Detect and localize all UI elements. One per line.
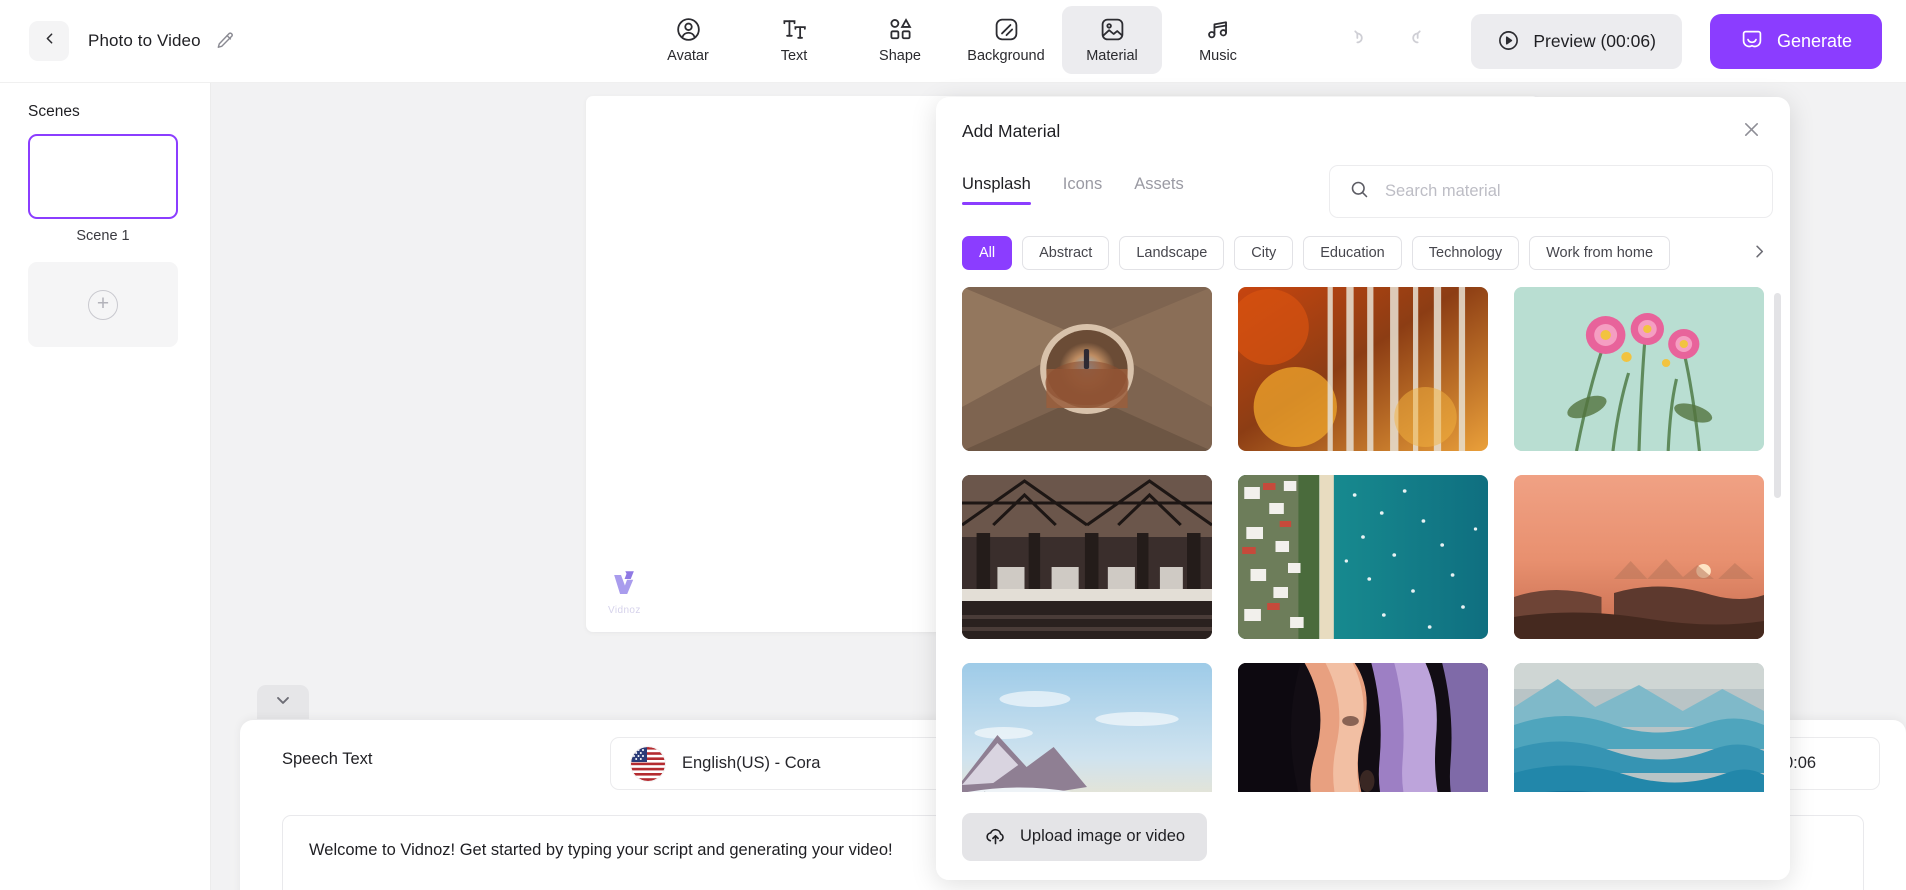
tool-label: Avatar (667, 48, 709, 64)
material-thumb-antelope-canyon-slot[interactable] (1238, 663, 1488, 792)
material-tabs: Unsplash Icons Assets (962, 175, 1184, 205)
scenes-heading: Scenes (28, 103, 210, 121)
pencil-edit-icon[interactable] (215, 31, 235, 51)
tool-label: Shape (879, 48, 921, 64)
tool-background[interactable]: Background (956, 6, 1056, 74)
chips-next-button[interactable] (1744, 239, 1774, 269)
plus-icon: + (88, 290, 118, 320)
tool-avatar[interactable]: Avatar (638, 6, 738, 74)
tool-label: Text (781, 48, 808, 64)
material-tabs-row: Unsplash Icons Assets (936, 165, 1790, 235)
text-icon (781, 16, 808, 43)
upload-label: Upload image or video (1020, 827, 1185, 846)
top-bar: Photo to Video Avatar Text (0, 0, 1906, 83)
background-icon (993, 16, 1020, 43)
material-panel-title: Add Material (962, 121, 1060, 142)
tab-unsplash[interactable]: Unsplash (962, 175, 1031, 205)
avatar-icon (675, 16, 702, 43)
chip-landscape[interactable]: Landscape (1119, 236, 1224, 270)
undo-button[interactable] (1335, 20, 1387, 64)
undo-icon (1349, 27, 1374, 57)
search-box[interactable] (1329, 165, 1773, 218)
chip-work-from-home[interactable]: Work from home (1529, 236, 1670, 270)
chevron-right-icon (1750, 242, 1769, 266)
generate-button[interactable]: Generate (1710, 14, 1882, 69)
material-thumb-snowy-mountain-pines[interactable] (962, 663, 1212, 792)
chip-education[interactable]: Education (1303, 236, 1402, 270)
material-thumb-desert-sunset-mountains[interactable] (1514, 475, 1764, 639)
material-thumb-aerial-beach-turquoise-sea[interactable] (1238, 475, 1488, 639)
material-thumb-pink-zinnia-flowers[interactable] (1514, 287, 1764, 451)
tool-material[interactable]: Material (1062, 6, 1162, 74)
generate-sparkle-icon (1740, 28, 1764, 55)
top-bar-actions: Preview (00:06) Generate (1335, 0, 1882, 83)
category-chips: All Abstract Landscape City Education Te… (962, 235, 1752, 271)
collapse-panel-button[interactable] (257, 685, 309, 719)
material-thumb-blue-layered-mountain-ridges[interactable] (1514, 663, 1764, 792)
add-scene-button[interactable]: + (28, 262, 178, 347)
close-icon (1741, 119, 1762, 145)
generate-label: Generate (1777, 31, 1852, 52)
material-icon (1099, 16, 1126, 43)
tab-icons[interactable]: Icons (1063, 175, 1102, 205)
material-thumb-autumn-birch-forest[interactable] (1238, 287, 1488, 451)
upload-button[interactable]: Upload image or video (962, 813, 1207, 861)
vidnoz-logo-icon (609, 568, 639, 603)
chip-city[interactable]: City (1234, 236, 1293, 270)
close-button[interactable] (1734, 115, 1768, 149)
watermark-label: Vidnoz (608, 605, 641, 616)
speech-text-label: Speech Text (282, 750, 373, 769)
chevron-down-icon (273, 690, 293, 715)
material-grid-scroll[interactable] (936, 287, 1790, 792)
tool-text[interactable]: Text (744, 6, 844, 74)
redo-icon (1401, 27, 1426, 57)
scene-label-1: Scene 1 (28, 228, 178, 244)
category-chips-row: All Abstract Landscape City Education Te… (936, 235, 1790, 283)
tool-music[interactable]: Music (1168, 6, 1268, 74)
shape-icon (887, 16, 914, 43)
search-input[interactable] (1385, 182, 1735, 201)
preview-button[interactable]: Preview (00:06) (1471, 14, 1682, 69)
material-grid (962, 287, 1764, 792)
tool-shape[interactable]: Shape (850, 6, 950, 74)
flag-us-icon (631, 747, 665, 781)
chip-abstract[interactable]: Abstract (1022, 236, 1109, 270)
material-scrollbar-thumb[interactable] (1774, 293, 1781, 498)
cloud-upload-icon (984, 824, 1007, 850)
material-panel-footer: Upload image or video (936, 792, 1790, 880)
chevron-left-icon (41, 30, 58, 52)
chip-technology[interactable]: Technology (1412, 236, 1519, 270)
redo-button[interactable] (1387, 20, 1439, 64)
add-material-panel: Add Material Unsplash Icons Assets (936, 97, 1790, 880)
back-button[interactable] (29, 21, 69, 61)
chip-all[interactable]: All (962, 236, 1012, 270)
material-panel-header: Add Material (936, 97, 1790, 165)
material-thumb-tent-opening-hiker-sunrise[interactable] (962, 287, 1212, 451)
scenes-sidebar: Scenes Scene 1 + (0, 83, 211, 890)
music-icon (1205, 16, 1232, 43)
material-thumb-victorian-train-station[interactable] (962, 475, 1212, 639)
voice-name: English(US) - Cora (682, 754, 820, 773)
tool-label: Music (1199, 48, 1237, 64)
tool-label: Material (1086, 48, 1138, 64)
search-icon (1349, 179, 1370, 205)
page-title: Photo to Video (88, 31, 201, 51)
tool-label: Background (967, 48, 1044, 64)
play-circle-icon (1497, 29, 1520, 55)
tool-bar: Avatar Text Shape Background (638, 6, 1268, 74)
watermark: Vidnoz (608, 568, 641, 616)
tab-assets[interactable]: Assets (1134, 175, 1184, 205)
scene-thumbnail-1[interactable] (28, 134, 178, 219)
preview-label: Preview (00:06) (1533, 31, 1656, 52)
